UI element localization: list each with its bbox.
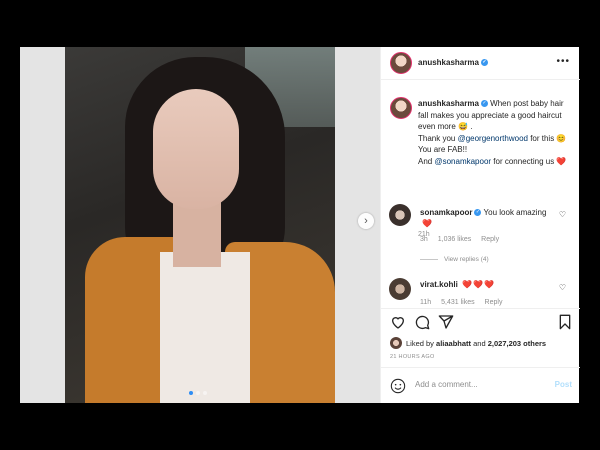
comment-text: sonamkapoor ✓ You look amazing ❤️ xyxy=(420,208,547,228)
likes-count[interactable]: 2,027,203 others xyxy=(488,339,546,348)
caption-text-2a: Thank you xyxy=(418,133,458,143)
add-comment-input[interactable]: Add a comment... xyxy=(415,380,535,389)
post-time-ago[interactable]: 21 HOURS AGO xyxy=(390,354,435,360)
like-comment-icon[interactable]: ♡ xyxy=(559,283,566,292)
liker-avatar[interactable] xyxy=(390,337,402,349)
post-media: › xyxy=(20,47,380,403)
add-comment-bar: Add a comment... Post xyxy=(381,367,580,404)
caption-text-3a: And xyxy=(418,156,435,166)
author-avatar[interactable] xyxy=(390,52,412,74)
liker-username[interactable]: aliaabhatt xyxy=(436,339,471,348)
bookmark-icon[interactable] xyxy=(557,314,573,330)
like-comment-icon[interactable]: ♡ xyxy=(559,210,566,219)
heart-icon[interactable] xyxy=(390,314,406,330)
carousel-next-button[interactable]: › xyxy=(358,213,374,229)
post-sidebar: anushkasharma ✓ ••• anushkasharma ✓ When p… xyxy=(380,47,580,403)
post-caption: anushkasharma ✓ When post baby hair fall … xyxy=(418,98,568,167)
verified-icon: ✓ xyxy=(474,209,482,217)
comments-section: anushkasharma ✓ When post baby hair fall … xyxy=(381,80,580,307)
comment-avatar[interactable] xyxy=(389,278,411,300)
comment-icon[interactable] xyxy=(414,314,430,330)
post-header: anushkasharma ✓ ••• xyxy=(381,47,580,80)
comment-meta: 11h 5,431 likes Reply xyxy=(420,299,503,306)
mention-link[interactable]: @georgenorthwood xyxy=(458,134,528,143)
post-photo[interactable] xyxy=(65,47,335,403)
heart-emoji: ❤️ xyxy=(422,219,433,228)
caption-avatar[interactable] xyxy=(390,97,412,119)
author-username[interactable]: anushkasharma ✓ xyxy=(418,58,488,67)
comment-text: virat.kohli ❤️❤️❤️ xyxy=(420,280,495,289)
comment-username[interactable]: virat.kohli xyxy=(420,280,458,289)
caption-text-3b: for connecting us ❤️ xyxy=(491,156,567,166)
post-comment-button[interactable]: Post xyxy=(555,380,572,389)
post-actions xyxy=(381,308,580,333)
heart-emoji: ❤️❤️❤️ xyxy=(462,280,495,289)
emoji-icon[interactable] xyxy=(390,378,406,394)
comment-avatar[interactable] xyxy=(389,204,411,226)
caption-username[interactable]: anushkasharma xyxy=(418,99,479,108)
likes-summary: Liked by aliaabhatt and 2,027,203 others xyxy=(390,337,546,349)
mention-link[interactable]: @sonamkapoor xyxy=(434,157,491,166)
comment-username[interactable]: sonamkapoor xyxy=(420,208,472,217)
more-options-icon[interactable]: ••• xyxy=(556,56,570,67)
comment-meta: 3h 1,036 likes Reply xyxy=(420,236,500,243)
verified-icon: ✓ xyxy=(480,100,488,108)
carousel-dots xyxy=(189,391,207,395)
share-icon[interactable] xyxy=(438,314,454,330)
view-replies-button[interactable]: View replies (4) xyxy=(420,256,489,263)
verified-icon: ✓ xyxy=(480,59,488,67)
instagram-post: › anushkasharma ✓ ••• anushkasharma ✓ When… xyxy=(20,47,580,403)
